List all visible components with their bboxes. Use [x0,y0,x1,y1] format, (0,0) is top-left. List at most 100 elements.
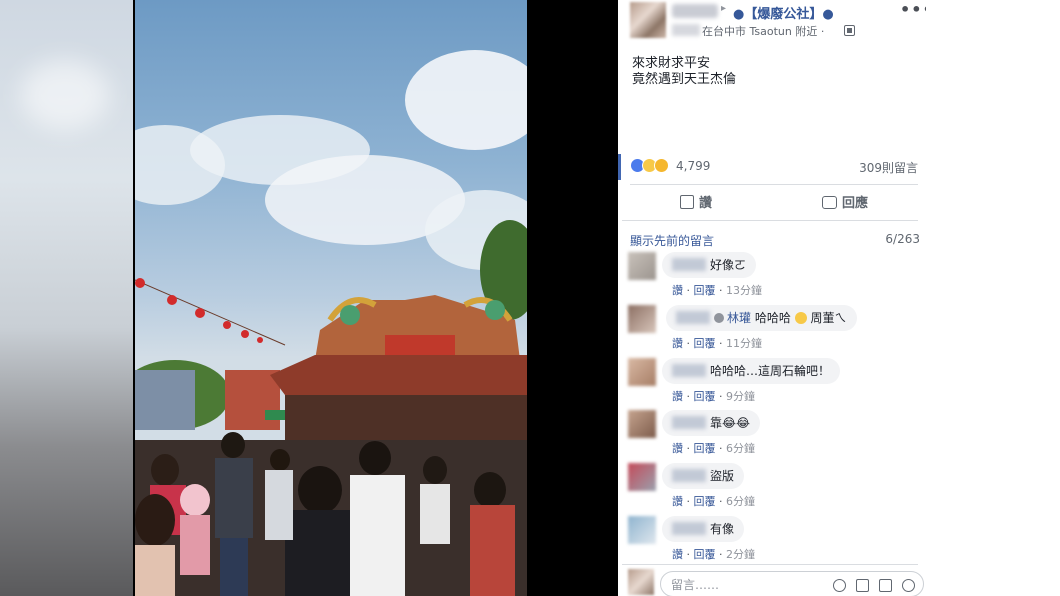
divider [630,184,918,185]
post-photo[interactable] [135,0,527,596]
comment-like-link[interactable]: 讚 [672,390,683,403]
comment-reply-link[interactable]: 回覆 [694,284,716,297]
comment-item: 哈哈哈…這周石輪吧！ 讚 · 回覆 · 9分鐘 [628,358,918,408]
comment-composer: 留言…… [628,569,924,596]
commenter-name-blurred[interactable] [676,311,710,324]
comment-button-label: 回應 [842,196,869,211]
comment-text: 哈哈哈 [754,311,791,325]
temple-scene [135,50,527,596]
emoji-icon[interactable] [833,579,846,592]
comment-bubble: 好像ㄛ [662,252,757,278]
current-user-avatar [628,569,654,595]
comment-time[interactable]: 6分鐘 [726,495,755,508]
page-name-link[interactable]: ●【爆廢公社】● [733,3,834,22]
comment-bubble-icon [822,196,837,209]
like-button[interactable]: 讚 [680,192,712,214]
comment-like-link[interactable]: 讚 [672,284,683,297]
page-background [926,0,1060,596]
comment-time[interactable]: 2分鐘 [726,548,755,561]
comment-meta: 讚 · 回覆 · 6分鐘 [672,442,755,455]
view-previous-comments-link[interactable]: 顯示先前的留言 [630,232,714,249]
comment-reply-link[interactable]: 回覆 [694,337,716,350]
comment-reply-link[interactable]: 回覆 [694,548,716,561]
comment-text: 好像ㄛ [710,258,747,272]
focus-indicator [618,154,621,180]
composer-icons [823,577,915,596]
commenter-name-blurred[interactable] [672,364,706,377]
commenter-name-blurred[interactable] [672,469,706,482]
comment-reply-link[interactable]: 回覆 [694,442,716,455]
wow-icon [654,158,669,173]
thumbs-up-icon [680,195,694,209]
camera-icon[interactable] [856,579,869,592]
sticker-icon[interactable] [902,579,915,592]
mention-icon [714,313,724,323]
commenter-avatar[interactable] [628,305,656,333]
comment-bubble: 哈哈哈…這周石輪吧！ [662,358,841,384]
comment-item: 靠😂😂 讚 · 回覆 · 6分鐘 [628,410,918,460]
photo-viewer [0,0,618,596]
comment-meta: 讚 · 回覆 · 13分鐘 [672,284,762,297]
comment-time[interactable]: 13分鐘 [726,284,762,297]
location-text[interactable]: 在台中市 Tsaotun 附近 · [702,23,824,39]
comment-text: 有像 [710,522,735,536]
divider [622,564,918,565]
post-panel: ▸ ●【爆廢公社】● 在台中市 Tsaotun 附近 · ••• 來求財求平安 … [618,0,933,596]
comment-text-suffix: 周董ㄟ [810,311,847,325]
commenter-name-blurred[interactable] [672,416,706,429]
privacy-icon [844,25,855,36]
commenter-avatar[interactable] [628,516,656,544]
caption-line-2: 竟然遇到天王杰倫 [632,72,737,87]
comment-text: 哈哈哈…這周石輪吧！ [710,364,831,378]
commenter-name-blurred[interactable] [672,522,706,535]
comment-meta: 讚 · 回覆 · 2分鐘 [672,548,755,561]
author-name-blurred[interactable] [672,4,718,18]
divider [622,220,918,221]
commenter-avatar[interactable] [628,463,656,491]
reaction-summary[interactable]: 4,799 309則留言 [630,158,918,176]
comment-count[interactable]: 309則留言 [859,159,918,176]
comment-input[interactable]: 留言…… [660,571,924,596]
share-arrow-icon: ▸ [721,3,727,14]
comment-item: 盜版 讚 · 回覆 · 6分鐘 [628,463,918,513]
caption-line-1: 來求財求平安 [632,56,711,71]
reaction-count[interactable]: 4,799 [676,159,710,173]
author-avatar[interactable] [630,2,666,38]
comment-text: 盜版 [710,469,735,483]
comment-bubble: 林瓘 哈哈哈 周董ㄟ [666,305,857,331]
comment-reply-link[interactable]: 回覆 [694,390,716,403]
comment-item: 林瓘 哈哈哈 周董ㄟ 讚 · 回覆 · 11分鐘 [628,305,918,355]
blurred-background [0,0,133,596]
gif-icon[interactable] [879,579,892,592]
post-caption: 來求財求平安 竟然遇到天王杰倫 [632,56,736,88]
comment-meta: 讚 · 回覆 · 11分鐘 [672,337,762,350]
comment-meta: 讚 · 回覆 · 6分鐘 [672,495,755,508]
comment-time[interactable]: 11分鐘 [726,337,762,350]
post-header: ▸ ●【爆廢公社】● 在台中市 Tsaotun 附近 · ••• [630,0,933,44]
comment-time[interactable]: 6分鐘 [726,442,755,455]
commenter-name-blurred[interactable] [672,258,706,271]
comment-like-link[interactable]: 讚 [672,337,683,350]
commenter-avatar[interactable] [628,358,656,386]
comment-bubble: 靠😂😂 [662,410,761,436]
comment-bubble: 有像 [662,516,745,542]
timestamp-blurred [672,24,700,36]
comment-meta: 讚 · 回覆 · 9分鐘 [672,390,755,403]
comment-time[interactable]: 9分鐘 [726,390,755,403]
comment-input-placeholder: 留言…… [671,578,720,592]
comment-bubble: 盜版 [662,463,745,489]
comment-like-link[interactable]: 讚 [672,548,683,561]
smile-emoji-icon [794,312,807,324]
comment-like-link[interactable]: 讚 [672,495,683,508]
like-button-label: 讚 [699,196,713,211]
comment-like-link[interactable]: 讚 [672,442,683,455]
comment-item: 好像ㄛ 讚 · 回覆 · 13分鐘 [628,252,918,302]
comment-button[interactable]: 回應 [822,192,868,214]
commenter-avatar[interactable] [628,252,656,280]
commenter-avatar[interactable] [628,410,656,438]
comment-text: 靠😂😂 [710,416,751,430]
comment-item: 有像 讚 · 回覆 · 2分鐘 [628,516,918,566]
comment-reply-link[interactable]: 回覆 [694,495,716,508]
mentioned-user[interactable]: 林瓘 [727,311,751,325]
comments-page-count: 6/263 [885,232,920,246]
